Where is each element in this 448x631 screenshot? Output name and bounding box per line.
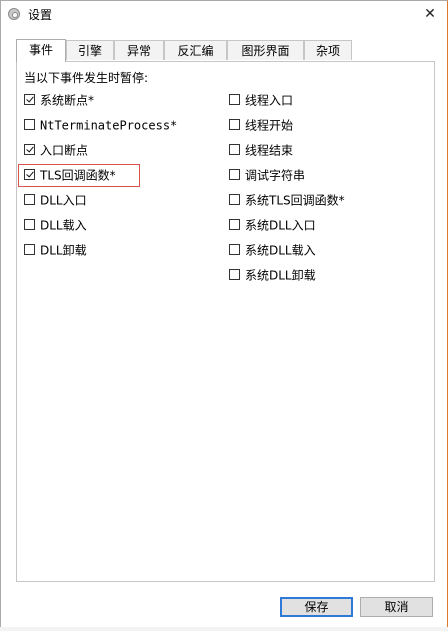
checkbox-label: DLL卸载 (40, 243, 87, 258)
checkbox-system-dll-entry[interactable]: 系统DLL入口 (229, 217, 316, 234)
settings-gear-icon (8, 8, 20, 20)
checkbox-system-breakpoint[interactable]: 系统断点* (24, 92, 94, 109)
checkbox-unchecked-icon[interactable] (24, 219, 35, 230)
checkbox-label: NtTerminateProcess* (40, 118, 178, 133)
checkbox-thread-entry[interactable]: 线程入口 (229, 92, 293, 109)
checkbox-unchecked-icon[interactable] (229, 94, 240, 105)
checkbox-entry-breakpoint[interactable]: 入口断点 (24, 142, 88, 159)
checkbox-dll-entry[interactable]: DLL入口 (24, 192, 87, 209)
tab-exceptions[interactable]: 异常 (114, 40, 164, 60)
checkbox-label: 线程开始 (245, 118, 294, 133)
checkbox-label: DLL载入 (40, 218, 87, 233)
checkbox-unchecked-icon[interactable] (229, 244, 240, 255)
checkbox-thread-start[interactable]: 线程开始 (229, 117, 293, 134)
checkbox-unchecked-icon[interactable] (229, 194, 240, 205)
checkbox-label: 系统DLL载入 (245, 243, 316, 258)
checkbox-checked-icon[interactable] (24, 144, 35, 155)
checkbox-label: DLL入口 (40, 193, 87, 208)
checkbox-checked-icon[interactable] (24, 169, 35, 180)
checkbox-dll-load[interactable]: DLL载入 (24, 217, 87, 234)
tab-engine[interactable]: 引擎 (66, 40, 114, 60)
save-button[interactable]: 保存 (280, 597, 353, 617)
checkbox-label: 线程结束 (245, 143, 294, 158)
events-tab-panel (16, 61, 435, 582)
cancel-button[interactable]: 取消 (360, 597, 433, 617)
checkbox-label: 入口断点 (40, 143, 89, 158)
checkbox-tls-callback[interactable]: TLS回调函数* (24, 167, 116, 184)
checkbox-dll-unload[interactable]: DLL卸载 (24, 242, 87, 259)
checkbox-system-dll-unload[interactable]: 系统DLL卸载 (229, 267, 316, 284)
checkbox-label: 系统断点* (40, 93, 95, 108)
title-bar[interactable]: 设置 ✕ (1, 1, 447, 28)
checkbox-thread-end[interactable]: 线程结束 (229, 142, 293, 159)
tab-gui[interactable]: 图形界面 (227, 40, 304, 60)
pause-on-events-label: 当以下事件发生时暂停: (24, 71, 149, 85)
checkbox-label: 线程入口 (245, 93, 294, 108)
checkbox-label: 调试字符串 (245, 168, 306, 183)
close-button[interactable]: ✕ (413, 1, 447, 28)
checkbox-label: 系统DLL入口 (245, 218, 316, 233)
checkbox-checked-icon[interactable] (24, 94, 35, 105)
checkbox-unchecked-icon[interactable] (229, 119, 240, 130)
checkbox-unchecked-icon[interactable] (229, 169, 240, 180)
checkbox-label: 系统TLS回调函数* (245, 193, 345, 208)
window-title: 设置 (28, 8, 53, 22)
background-window-edge (0, 627, 448, 631)
checkbox-debug-string[interactable]: 调试字符串 (229, 167, 305, 184)
tab-misc[interactable]: 杂项 (304, 40, 352, 60)
checkbox-ntterminateprocess[interactable]: NtTerminateProcess* (24, 117, 177, 134)
checkbox-system-tls-callback[interactable]: 系统TLS回调函数* (229, 192, 345, 209)
checkbox-label: TLS回调函数* (40, 168, 116, 183)
tab-events[interactable]: 事件 (16, 39, 66, 62)
checkbox-label: 系统DLL卸载 (245, 268, 316, 283)
checkbox-unchecked-icon[interactable] (24, 244, 35, 255)
checkbox-system-dll-load[interactable]: 系统DLL载入 (229, 242, 316, 259)
checkbox-unchecked-icon[interactable] (24, 119, 35, 130)
checkbox-unchecked-icon[interactable] (229, 269, 240, 280)
tab-disassembly[interactable]: 反汇编 (164, 40, 227, 60)
checkbox-unchecked-icon[interactable] (229, 219, 240, 230)
settings-dialog: 设置 ✕ 事件 引擎 异常 反汇编 图形界面 杂项 当以下事件发生时暂停: 系统… (0, 0, 448, 631)
checkbox-unchecked-icon[interactable] (229, 144, 240, 155)
checkbox-unchecked-icon[interactable] (24, 194, 35, 205)
